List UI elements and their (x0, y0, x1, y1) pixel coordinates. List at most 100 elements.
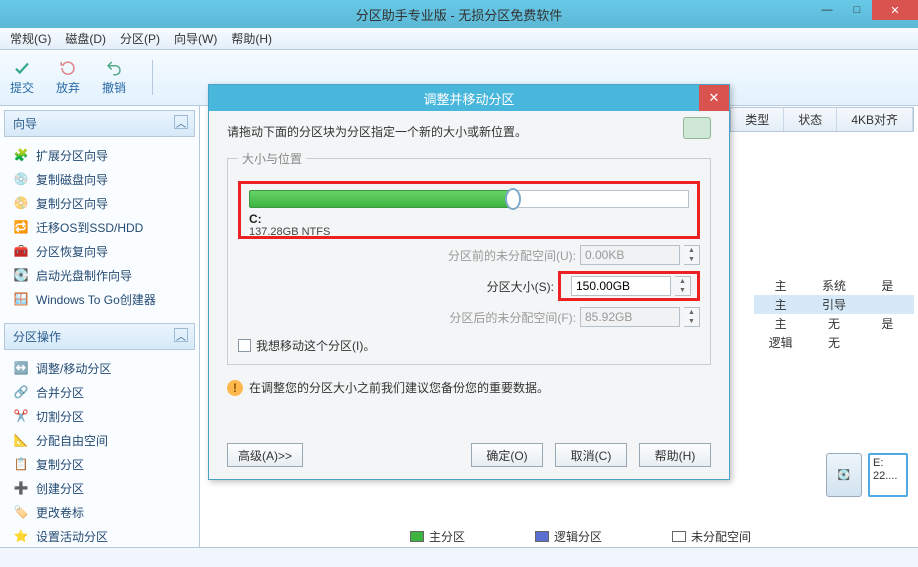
copypart-icon: 📀 (12, 194, 30, 212)
partition-block-label: E: (873, 457, 903, 470)
size-position-group: 大小与位置 C: 137.28GB NTFS 分区前的未分配空间(U): ▲▼ … (227, 150, 711, 365)
dialog-close-button[interactable]: ✕ (699, 85, 729, 111)
advanced-button[interactable]: 高级(A)>> (227, 443, 303, 467)
sidebar-item-copydisk[interactable]: 💿复制磁盘向导 (6, 167, 193, 191)
sidebar-item-create[interactable]: ➕创建分区 (6, 476, 193, 500)
undo-icon (105, 59, 123, 77)
windows-icon: 🪟 (12, 290, 30, 308)
undo-button[interactable]: 撤销 (102, 54, 126, 101)
sidebar-item-split[interactable]: ✂️切割分区 (6, 404, 193, 428)
size-highlight: ▲▼ (558, 271, 700, 301)
move-checkbox-label: 我想移动这个分区(I)。 (256, 337, 375, 354)
legend-primary-swatch (410, 531, 424, 542)
migrate-icon: 🔁 (12, 218, 30, 236)
partition-block-e[interactable]: E: 22.... (868, 453, 908, 497)
table-row[interactable]: 主系统是 (754, 276, 914, 295)
wizard-panel-header[interactable]: 向导 ︿ (4, 110, 195, 137)
move-checkbox[interactable]: 我想移动这个分区(I)。 (238, 337, 700, 354)
resize-icon: ↔️ (12, 359, 30, 377)
disk-icon[interactable]: 💽 (826, 453, 862, 497)
label-unalloc-before: 分区前的未分配空间(U): (448, 247, 576, 264)
label-unalloc-after: 分区后的未分配空间(F): (449, 309, 576, 326)
sidebar-item-bootdisc[interactable]: 💽启动光盘制作向导 (6, 263, 193, 287)
menu-wizard[interactable]: 向导(W) (174, 30, 217, 47)
copy-icon: 📋 (12, 455, 30, 473)
warning-text: 在调整您的分区大小之前我们建议您备份您的重要数据。 (249, 379, 549, 396)
ok-button[interactable]: 确定(O) (471, 443, 543, 467)
main-window-titlebar: 分区助手专业版 - 无损分区免费软件 — □ ✕ (0, 0, 918, 28)
sidebar-item-active[interactable]: ⭐设置活动分区 (6, 524, 193, 547)
slider-handle[interactable] (505, 188, 521, 210)
check-icon (13, 59, 31, 77)
sidebar-item-migrateos[interactable]: 🔁迁移OS到SSD/HDD (6, 215, 193, 239)
menu-general[interactable]: 常规(G) (10, 30, 51, 47)
diskmap: 💽 E: 22.... (826, 453, 908, 497)
legend-logical: 逻辑分区 (535, 528, 602, 545)
menu-help[interactable]: 帮助(H) (231, 30, 272, 47)
create-icon: ➕ (12, 479, 30, 497)
group-label: 大小与位置 (238, 150, 306, 167)
checkbox-icon[interactable] (238, 339, 251, 352)
discard-label: 放弃 (56, 79, 80, 96)
wizard-panel-body: 🧩扩展分区向导 💿复制磁盘向导 📀复制分区向导 🔁迁移OS到SSD/HDD 🧰分… (0, 141, 199, 319)
sidebar: 向导 ︿ 🧩扩展分区向导 💿复制磁盘向导 📀复制分区向导 🔁迁移OS到SSD/H… (0, 106, 200, 547)
merge-icon: 🔗 (12, 383, 30, 401)
sidebar-item-wintogo[interactable]: 🪟Windows To Go创建器 (6, 287, 193, 311)
sidebar-item-label[interactable]: 🏷️更改卷标 (6, 500, 193, 524)
row-size: 分区大小(S): ▲▼ (238, 271, 700, 301)
discard-button[interactable]: 放弃 (56, 54, 80, 101)
menu-partition[interactable]: 分区(P) (120, 30, 160, 47)
maximize-button[interactable]: □ (842, 0, 872, 20)
spin-size[interactable]: ▲▼ (675, 276, 691, 296)
sidebar-item-allocate[interactable]: 📐分配自由空间 (6, 428, 193, 452)
partition-block-size: 22.... (873, 470, 903, 483)
partition-slider[interactable]: C: 137.28GB NTFS (249, 190, 689, 230)
dialog-footer: 高级(A)>> 确定(O) 取消(C) 帮助(H) (209, 443, 729, 467)
legend-logical-swatch (535, 531, 549, 542)
dialog-titlebar[interactable]: 调整并移动分区 ✕ (209, 85, 729, 111)
input-size[interactable] (571, 276, 671, 296)
hdd-icon (683, 117, 711, 139)
sidebar-item-extend[interactable]: 🧩扩展分区向导 (6, 143, 193, 167)
ops-panel-body: ↔️调整/移动分区 🔗合并分区 ✂️切割分区 📐分配自由空间 📋复制分区 ➕创建… (0, 354, 199, 547)
legend-unalloc: 未分配空间 (672, 528, 751, 545)
menubar: 常规(G) 磁盘(D) 分区(P) 向导(W) 帮助(H) (0, 28, 918, 50)
extend-icon: 🧩 (12, 146, 30, 164)
minimize-button[interactable]: — (812, 0, 842, 20)
dialog-hint: 请拖动下面的分区块为分区指定一个新的大小或新位置。 (227, 123, 711, 140)
input-unalloc-after (580, 307, 680, 327)
wizard-collapse-icon[interactable]: ︿ (174, 115, 188, 129)
grid-header: 类型 状态 4KB对齐 (730, 107, 914, 132)
active-icon: ⭐ (12, 527, 30, 545)
dialog-title: 调整并移动分区 (423, 89, 514, 108)
undo-label: 撤销 (102, 79, 126, 96)
table-row[interactable]: 主无是 (754, 314, 914, 333)
submit-button[interactable]: 提交 (10, 54, 34, 101)
grid-header-4kb[interactable]: 4KB对齐 (837, 108, 913, 131)
sidebar-item-recover[interactable]: 🧰分区恢复向导 (6, 239, 193, 263)
grid-rows: 主系统是 主引导 主无是 逻辑无 (754, 276, 914, 352)
label-size: 分区大小(S): (487, 278, 554, 295)
slider-drive-sub: 137.28GB NTFS (249, 226, 689, 238)
table-row[interactable]: 逻辑无 (754, 333, 914, 352)
cancel-button[interactable]: 取消(C) (555, 443, 627, 467)
ops-collapse-icon[interactable]: ︿ (174, 328, 188, 342)
ops-panel-header[interactable]: 分区操作 ︿ (4, 323, 195, 350)
sidebar-item-copy[interactable]: 📋复制分区 (6, 452, 193, 476)
grid-header-status[interactable]: 状态 (784, 108, 837, 131)
sidebar-item-merge[interactable]: 🔗合并分区 (6, 380, 193, 404)
menu-disk[interactable]: 磁盘(D) (65, 30, 106, 47)
sidebar-item-copypart[interactable]: 📀复制分区向导 (6, 191, 193, 215)
submit-label: 提交 (10, 79, 34, 96)
label-icon: 🏷️ (12, 503, 30, 521)
resize-dialog: 调整并移动分区 ✕ 请拖动下面的分区块为分区指定一个新的大小或新位置。 大小与位… (208, 84, 730, 480)
sidebar-item-resize[interactable]: ↔️调整/移动分区 (6, 356, 193, 380)
copydisk-icon: 💿 (12, 170, 30, 188)
grid-header-type[interactable]: 类型 (731, 108, 784, 131)
spin-unalloc-after: ▲▼ (684, 307, 700, 327)
warning-icon: ! (227, 380, 243, 396)
close-button[interactable]: ✕ (872, 0, 918, 20)
table-row[interactable]: 主引导 (754, 295, 914, 314)
help-button[interactable]: 帮助(H) (639, 443, 711, 467)
slider-free-bar (513, 190, 689, 208)
